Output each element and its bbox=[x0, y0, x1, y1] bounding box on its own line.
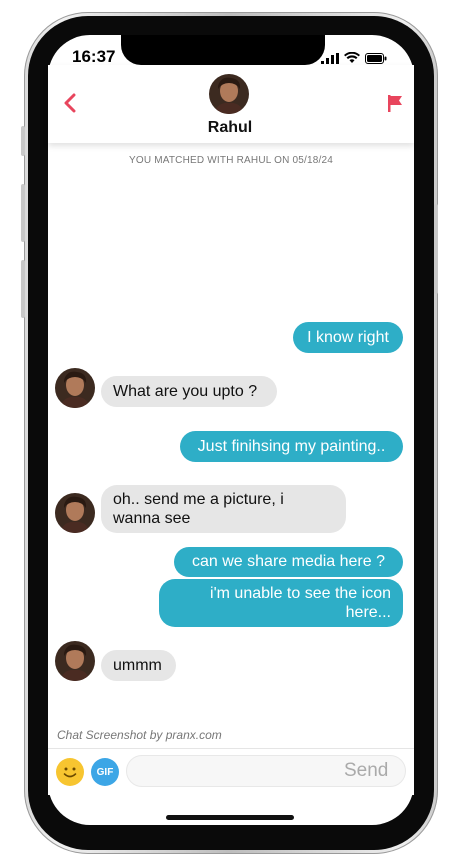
message-bubble-outgoing: I know right bbox=[293, 322, 403, 353]
status-time: 16:37 bbox=[72, 47, 116, 66]
message-bubble-outgoing: can we share media here ? bbox=[174, 547, 403, 577]
volume-up-button bbox=[21, 184, 25, 242]
flag-icon[interactable] bbox=[386, 93, 404, 113]
message-bubble-incoming: oh.. send me a picture, i wanna see bbox=[101, 485, 346, 533]
home-indicator bbox=[166, 815, 294, 820]
wifi-icon bbox=[344, 52, 360, 63]
match-note: YOU MATCHED WITH RAHUL ON 05/18/24 bbox=[128, 155, 334, 166]
power-button bbox=[434, 204, 438, 294]
message-avatar bbox=[55, 641, 95, 681]
watermark: Chat Screenshot by pranx.com bbox=[57, 728, 222, 742]
volume-down-button bbox=[21, 260, 25, 318]
send-button[interactable]: Send bbox=[344, 760, 388, 782]
status-icons bbox=[321, 52, 387, 64]
notch bbox=[121, 35, 325, 65]
contact-avatar[interactable] bbox=[209, 74, 249, 114]
mute-switch bbox=[21, 126, 25, 156]
message-bubble-incoming: ummm bbox=[101, 650, 176, 681]
signal-icon bbox=[321, 52, 339, 64]
message-bubble-incoming: What are you upto ? bbox=[101, 376, 277, 407]
message-bubble-outgoing: Just finihsing my painting.. bbox=[180, 431, 403, 462]
emoji-icon[interactable] bbox=[56, 758, 84, 786]
avatar-photo bbox=[209, 74, 249, 114]
contact-name: Rahul bbox=[207, 119, 253, 136]
back-chevron-icon[interactable] bbox=[62, 93, 78, 113]
screen bbox=[48, 35, 414, 825]
battery-icon bbox=[365, 52, 387, 64]
message-avatar bbox=[55, 368, 95, 408]
gif-button[interactable]: GIF bbox=[91, 758, 119, 786]
message-bubble-outgoing: i'm unable to see the icon here... bbox=[159, 579, 403, 627]
message-avatar bbox=[55, 493, 95, 533]
